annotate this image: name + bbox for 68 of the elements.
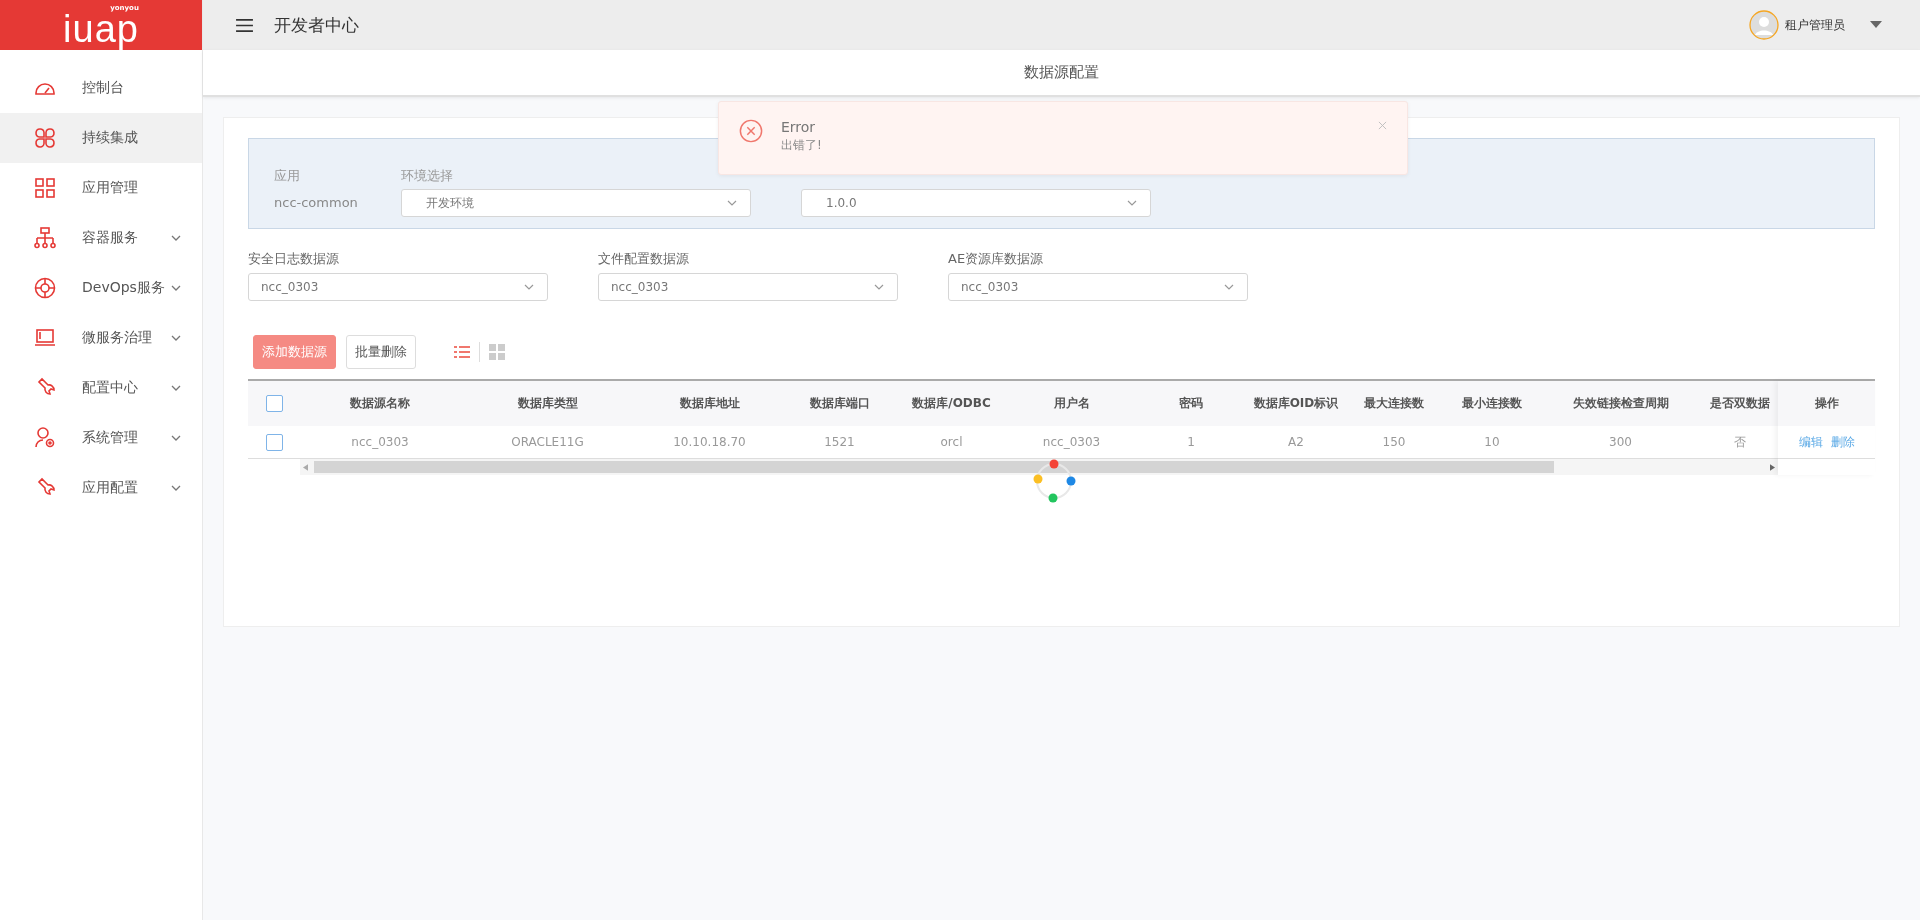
scroll-right-icon[interactable] <box>1770 463 1775 471</box>
menu-icon[interactable] <box>235 17 254 33</box>
field-label: 环境选择 <box>401 167 454 185</box>
batch-delete-button[interactable]: 批量删除 <box>346 335 416 369</box>
page-title: 数据源配置 <box>1024 63 1099 82</box>
datasource-select[interactable]: ncc_0303 <box>948 273 1248 301</box>
sidebar-item[interactable]: 系统管理 <box>0 413 202 463</box>
sidebar-item[interactable]: 配置中心 <box>0 363 202 413</box>
select-all-checkbox[interactable] <box>265 395 283 412</box>
table-cell: ncc_0303 <box>1042 435 1101 449</box>
version-select[interactable]: 1.0.0 <box>801 189 1151 217</box>
sidebar-item[interactable]: 应用配置 <box>0 463 202 513</box>
field-label: 文件配置数据源 <box>598 250 690 268</box>
column-header: 数据源名称 <box>350 396 410 410</box>
sidebar-item[interactable]: 微服务治理 <box>0 313 202 363</box>
lifebuoy-icon <box>33 276 57 300</box>
table-cell: ORACLE11G <box>511 435 584 449</box>
column-header: 最小连接数 <box>1462 396 1522 410</box>
hierarchy-icon <box>33 226 57 250</box>
table-cell: 否 <box>1734 434 1746 449</box>
toast-message: 出错了! <box>781 137 822 154</box>
column-header: 是否双数据 <box>1710 396 1770 410</box>
avatar-icon[interactable] <box>1749 10 1779 40</box>
app-title: 开发者中心 <box>274 13 359 37</box>
row-checkbox[interactable] <box>265 433 283 451</box>
sidebar-item[interactable]: DevOps服务 <box>0 263 202 313</box>
column-header: 操作 <box>1814 395 1839 412</box>
environment-select[interactable]: 开发环境 <box>401 189 751 217</box>
column-header: 失效链接检查周期 <box>1572 396 1669 410</box>
table-cell: 1 <box>1187 435 1195 449</box>
list-view-icon[interactable] <box>454 344 470 360</box>
error-icon <box>739 119 763 143</box>
field-label: 安全日志数据源 <box>248 250 340 268</box>
table-cell: 1521 <box>824 435 855 449</box>
sidebar-item[interactable]: 持续集成 <box>0 113 202 163</box>
table-cell: 300 <box>1609 435 1632 449</box>
sidebar-item[interactable]: 应用管理 <box>0 163 202 213</box>
field-label: 应用 <box>274 167 301 185</box>
column-header: 数据库端口 <box>809 396 870 410</box>
table-cell: 10 <box>1484 435 1500 449</box>
clover-icon <box>33 126 57 150</box>
dropdown-caret-icon[interactable] <box>1870 21 1882 29</box>
column-header: 数据库/ODBC <box>912 396 991 410</box>
field-label: AE资源库数据源 <box>948 250 1045 268</box>
column-header: 用户名 <box>1053 396 1090 410</box>
datasource-select[interactable]: ncc_0303 <box>248 273 548 301</box>
column-header: 数据库类型 <box>517 396 578 410</box>
datasource-select[interactable]: ncc_0303 <box>598 273 898 301</box>
column-header: 密码 <box>1179 396 1203 410</box>
user-gear-icon <box>33 426 57 450</box>
column-header: 数据库地址 <box>679 396 740 410</box>
table-cell: A2 <box>1288 435 1304 449</box>
sidebar-item[interactable]: 控制台 <box>0 63 202 113</box>
table-cell: orcl <box>940 435 963 449</box>
scroll-left-icon[interactable] <box>303 463 308 471</box>
horizontal-scrollbar[interactable] <box>300 459 1778 475</box>
toast-title: Error <box>781 119 817 135</box>
table-cell: 150 <box>1382 435 1406 449</box>
table-cell: ncc_0303 <box>351 435 409 449</box>
sidebar-item[interactable]: 容器服务 <box>0 213 202 263</box>
grid-view-icon[interactable] <box>489 344 505 360</box>
column-header: 最大连接数 <box>1364 396 1424 410</box>
user-name[interactable]: 租户管理员 <box>1785 16 1845 34</box>
column-header: 数据库OID标识 <box>1253 396 1339 410</box>
table-cell: 10.10.18.70 <box>673 435 746 449</box>
app-name: ncc-common <box>274 195 359 210</box>
close-icon[interactable] <box>1378 121 1387 130</box>
grid-icon <box>33 176 57 200</box>
